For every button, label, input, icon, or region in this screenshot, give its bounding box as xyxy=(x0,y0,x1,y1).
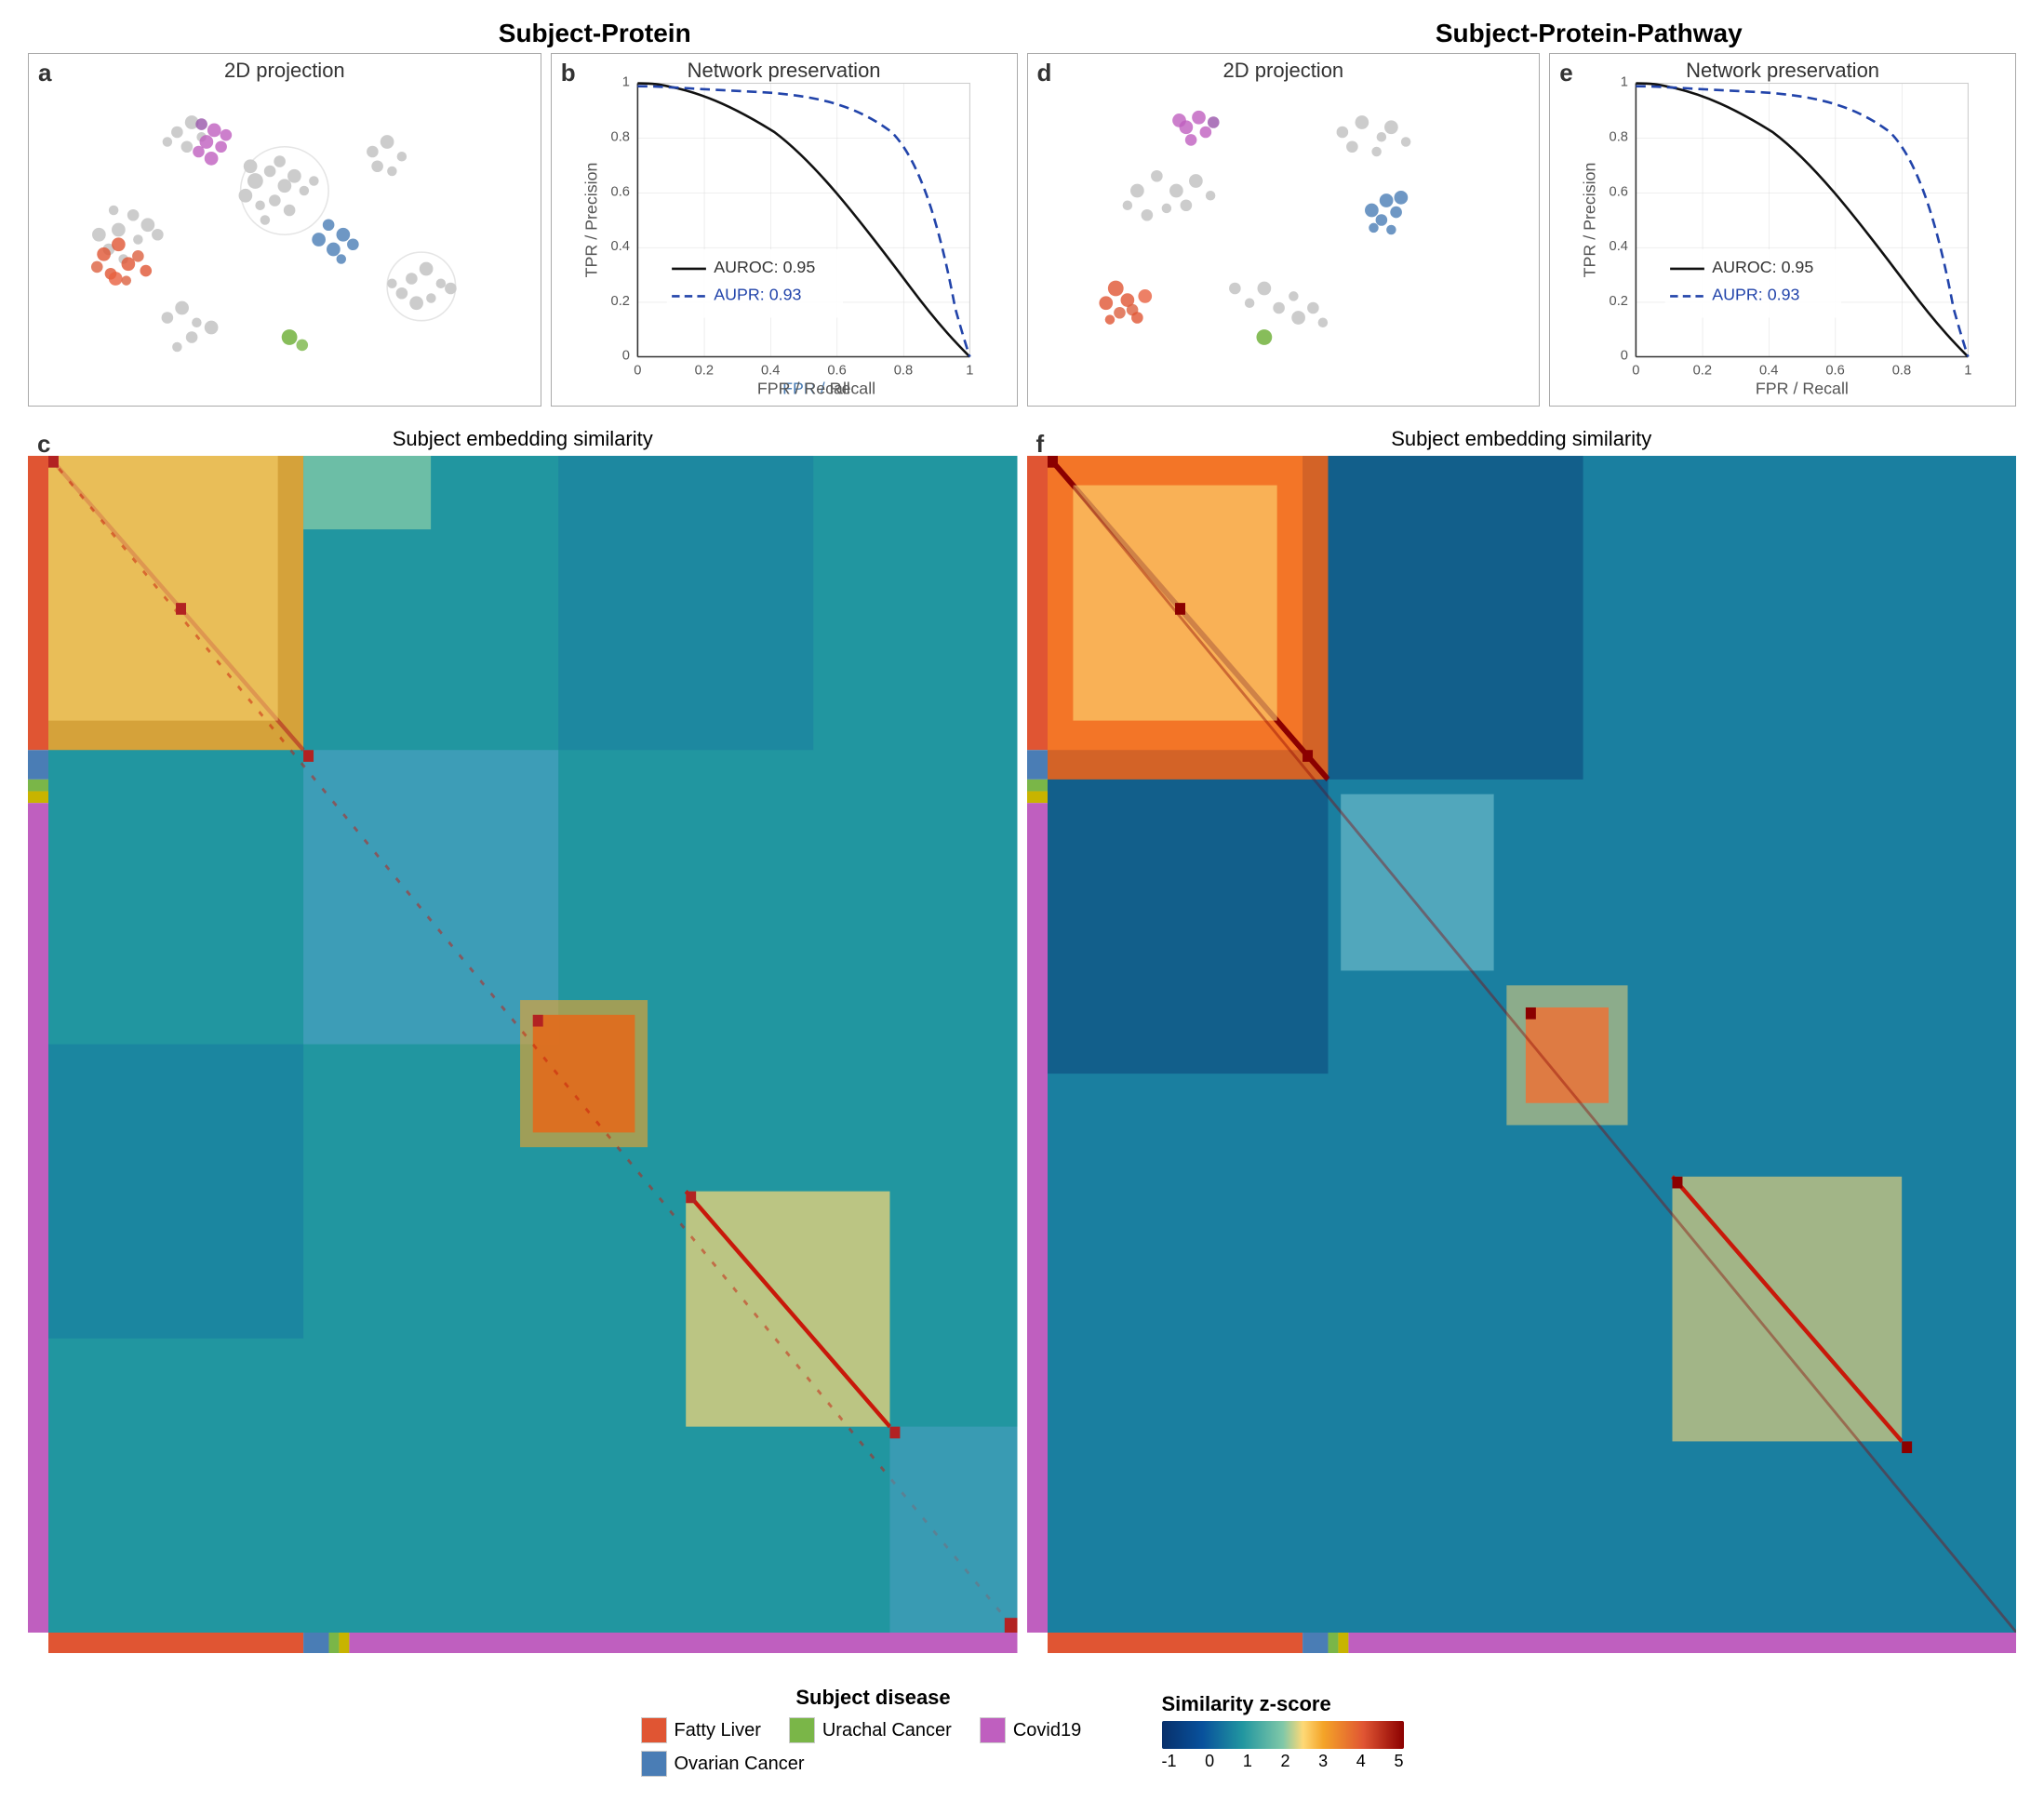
svg-text:1: 1 xyxy=(966,363,973,378)
legend-item-ovarian: Ovarian Cancer xyxy=(641,1751,805,1777)
panel-e: e Network preservation 0 0.2 0.4 0.6 xyxy=(1549,53,2016,407)
roc-e-svg: 0 0.2 0.4 0.6 0.8 1 0 0.2 0.4 0.6 0.8 1 … xyxy=(1550,54,2015,406)
svg-text:0.4: 0.4 xyxy=(1759,363,1778,378)
legend-item-covid: Covid19 xyxy=(980,1717,1081,1743)
covid-color xyxy=(980,1717,1006,1743)
colorbar-tick-4: 4 xyxy=(1356,1752,1366,1771)
svg-text:1: 1 xyxy=(622,75,630,90)
panel-a-label: a xyxy=(38,59,51,87)
top-row: a 2D projection xyxy=(28,53,2016,407)
svg-text:0.6: 0.6 xyxy=(1610,184,1628,199)
svg-text:0.2: 0.2 xyxy=(610,294,629,309)
panel-b-title: Network preservation xyxy=(688,59,881,83)
svg-text:0.6: 0.6 xyxy=(1826,363,1845,378)
panel-f-bottombar xyxy=(1048,1633,2017,1653)
colorbar-tick-2: 2 xyxy=(1280,1752,1289,1771)
main-container: Subject-Protein Subject-Protein-Pathway … xyxy=(0,0,2044,1814)
section-headers: Subject-Protein Subject-Protein-Pathway xyxy=(28,19,2016,48)
svg-text:FPR / Recall: FPR / Recall xyxy=(757,379,850,397)
colorbar-tick-neg1: -1 xyxy=(1162,1752,1177,1771)
svg-text:1: 1 xyxy=(1621,75,1628,90)
colorbar-tick-3: 3 xyxy=(1318,1752,1328,1771)
panel-f-sidebar xyxy=(1027,456,1048,1633)
scatter-a-svg xyxy=(29,54,541,406)
bottom-row: c Subject embedding similarity xyxy=(28,425,2016,1653)
colorbar-svg xyxy=(1162,1721,1404,1749)
panel-b-label: b xyxy=(561,59,576,87)
panel-a: a 2D projection xyxy=(28,53,541,407)
left-top-half: a 2D projection xyxy=(28,53,1018,407)
panel-f-canvas xyxy=(1048,456,2017,1633)
colorbar-tick-1: 1 xyxy=(1243,1752,1252,1771)
svg-text:TPR / Precision: TPR / Precision xyxy=(1581,163,1599,278)
bottom-legend: Subject disease Fatty Liver Urachal Canc… xyxy=(28,1667,2016,1795)
svg-text:FPR / Recall: FPR / Recall xyxy=(1756,379,1849,397)
svg-text:AUPR: 0.93: AUPR: 0.93 xyxy=(1713,286,1800,304)
urachal-label: Urachal Cancer xyxy=(822,1720,952,1741)
disease-legend-title: Subject disease xyxy=(641,1686,1106,1710)
svg-text:0.4: 0.4 xyxy=(610,239,629,254)
svg-text:1: 1 xyxy=(1965,363,1972,378)
fatty-liver-label: Fatty Liver xyxy=(675,1720,761,1741)
colorbar-tick-0: 0 xyxy=(1205,1752,1214,1771)
panel-e-title: Network preservation xyxy=(1686,59,1879,83)
colorbar-title: Similarity z-score xyxy=(1162,1692,1331,1716)
panel-f-label: f xyxy=(1036,430,1045,459)
covid-label: Covid19 xyxy=(1013,1720,1081,1741)
right-section-title: Subject-Protein-Pathway xyxy=(1436,19,1743,48)
colorbar-tick-5: 5 xyxy=(1394,1752,1403,1771)
svg-text:TPR / Precision: TPR / Precision xyxy=(581,163,600,278)
svg-text:0.4: 0.4 xyxy=(1610,239,1628,254)
panel-d: d 2D projection xyxy=(1027,53,1541,407)
svg-text:0: 0 xyxy=(622,349,630,364)
panel-c-sidebar xyxy=(28,456,48,1633)
panel-f-wrapper xyxy=(1027,456,2017,1633)
disease-legend: Subject disease Fatty Liver Urachal Canc… xyxy=(641,1686,1106,1777)
svg-text:0: 0 xyxy=(1633,363,1640,378)
svg-text:0: 0 xyxy=(634,363,641,378)
disease-legend-items: Fatty Liver Urachal Cancer Covid19 Ovari… xyxy=(641,1717,1106,1777)
svg-text:0: 0 xyxy=(1621,349,1628,364)
ovarian-color xyxy=(641,1751,667,1777)
svg-text:AUROC: 0.95: AUROC: 0.95 xyxy=(714,258,815,276)
colorbar-legend: Similarity z-score xyxy=(1162,1692,1404,1771)
colorbar-labels: -1 0 1 2 3 4 5 xyxy=(1162,1752,1404,1771)
legend-item-fatty-liver: Fatty Liver xyxy=(641,1717,761,1743)
panel-f: f Subject embedding similarity xyxy=(1027,425,2017,1653)
panel-c-wrapper xyxy=(28,456,1018,1633)
svg-text:0.4: 0.4 xyxy=(761,363,780,378)
svg-text:0.8: 0.8 xyxy=(610,129,629,144)
svg-text:AUPR: 0.93: AUPR: 0.93 xyxy=(714,286,801,304)
heatmap-c-svg xyxy=(48,456,1018,1633)
right-top-half: d 2D projection xyxy=(1027,53,2017,407)
panel-c-label: c xyxy=(37,430,50,459)
svg-text:0.2: 0.2 xyxy=(1693,363,1712,378)
panel-d-label: d xyxy=(1037,59,1052,87)
panel-c: c Subject embedding similarity xyxy=(28,425,1018,1653)
svg-text:0.8: 0.8 xyxy=(1610,129,1628,144)
ovarian-label: Ovarian Cancer xyxy=(675,1754,805,1775)
left-section-title: Subject-Protein xyxy=(499,19,691,48)
panel-a-title: 2D projection xyxy=(224,59,345,83)
svg-text:0.8: 0.8 xyxy=(894,363,913,378)
panel-c-title: Subject embedding similarity xyxy=(28,427,1018,451)
panel-e-label: e xyxy=(1559,59,1572,87)
svg-text:0.6: 0.6 xyxy=(827,363,846,378)
scatter-d-svg xyxy=(1028,54,1540,406)
svg-text:0.6: 0.6 xyxy=(610,184,629,199)
panel-d-title: 2D projection xyxy=(1223,59,1344,83)
panel-c-canvas xyxy=(48,456,1018,1633)
svg-text:0.8: 0.8 xyxy=(1892,363,1911,378)
svg-text:0.2: 0.2 xyxy=(1610,294,1628,309)
fatty-liver-color xyxy=(641,1717,667,1743)
panel-f-title: Subject embedding similarity xyxy=(1027,427,2017,451)
panel-b: b Network preservation 0 0.2 xyxy=(551,53,1018,407)
svg-text:0.2: 0.2 xyxy=(694,363,713,378)
roc-b-svg: 0 0.2 0.4 0.6 0.8 1 0 0.2 0.4 0.6 0.8 1 … xyxy=(552,54,1017,406)
panel-c-bottombar xyxy=(48,1633,1018,1653)
svg-text:AUROC: 0.95: AUROC: 0.95 xyxy=(1713,258,1814,276)
legend-item-urachal: Urachal Cancer xyxy=(789,1717,952,1743)
heatmap-f-svg xyxy=(1048,456,2017,1633)
urachal-color xyxy=(789,1717,815,1743)
